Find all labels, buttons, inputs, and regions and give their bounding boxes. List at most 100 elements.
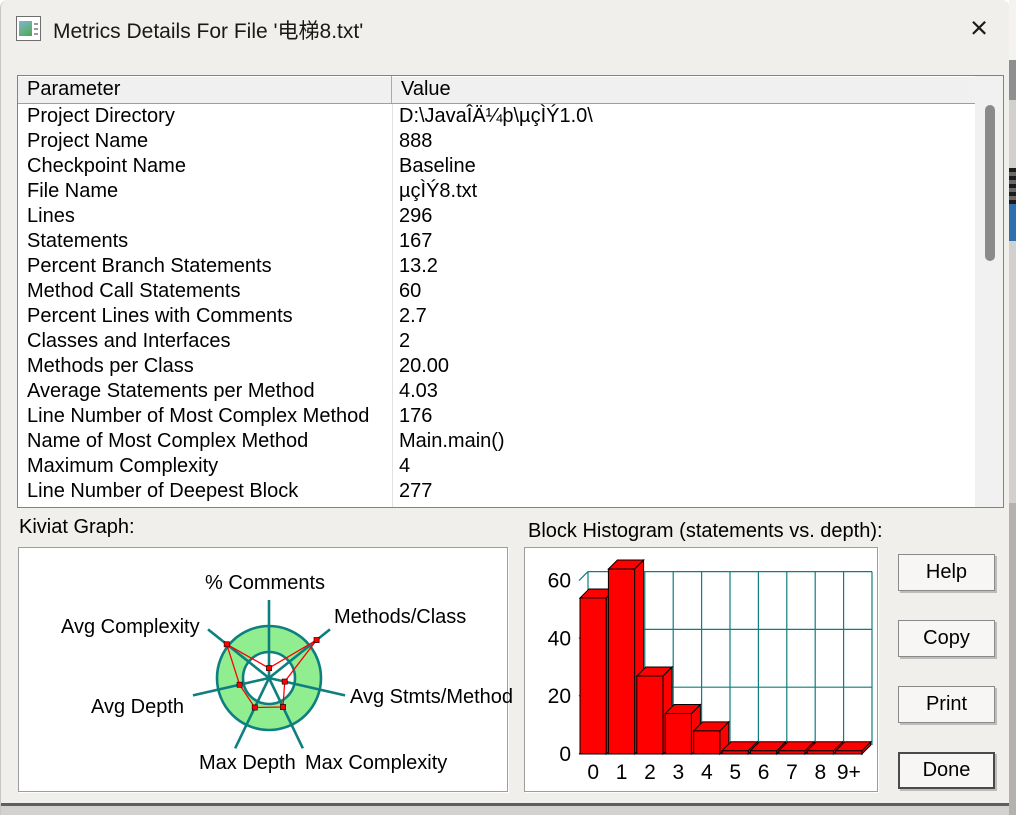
- block-histogram-chart: 02040600 1 2 3 4 5 6 7 8 9+: [548, 558, 873, 784]
- kiviat-graph-panel: % Comments Methods/Class Avg Stmts/Metho…: [18, 547, 513, 792]
- parameter-cell: Line Number of Most Complex Method: [27, 405, 370, 427]
- sliver-segment: [1009, 168, 1016, 204]
- x-tick-label: 0: [587, 761, 599, 784]
- parameter-cell: Project Directory: [27, 105, 175, 127]
- done-button[interactable]: Done: [898, 752, 995, 789]
- table-row[interactable]: Maximum Complexity 4: [18, 454, 975, 479]
- value-cell: 4.03: [399, 380, 438, 402]
- value-cell: 2: [399, 330, 411, 352]
- kiviat-section-label: Kiviat Graph:: [19, 516, 135, 538]
- value-cell: 277: [399, 480, 433, 502]
- table-row[interactable]: Name of Most Complex Method Main.main(): [18, 429, 975, 454]
- kiviat-axis-avg-depth: Avg Depth: [91, 696, 185, 718]
- parameter-cell: Maximum Complexity: [27, 455, 219, 477]
- x-tick-label: 4: [701, 761, 713, 784]
- x-tick-label: 1: [616, 761, 628, 784]
- metrics-details-dialog: Metrics Details For File '电梯8.txt' × Par…: [0, 0, 1010, 815]
- sliver-segment: [1009, 60, 1016, 100]
- table-row[interactable]: Project Name 888: [18, 129, 975, 154]
- table-row[interactable]: Lines 296: [18, 204, 975, 229]
- y-tick-label: 20: [548, 685, 571, 708]
- parameter-cell: Name of Most Complex Method: [27, 430, 309, 452]
- kiviat-axis-avg-complexity: Avg Complexity: [61, 616, 200, 638]
- y-tick-label: 40: [548, 627, 571, 650]
- copy-button[interactable]: Copy: [898, 620, 995, 657]
- value-cell: 20.00: [399, 355, 450, 377]
- parameter-cell: Checkpoint Name: [27, 155, 186, 177]
- titlebar: Metrics Details For File '电梯8.txt' ×: [1, 0, 1010, 58]
- x-tick-label: 2: [644, 761, 656, 784]
- column-divider: [392, 104, 393, 507]
- table-row[interactable]: Checkpoint Name Baseline: [18, 154, 975, 179]
- kiviat-axis-pct-comments: % Comments: [204, 572, 326, 594]
- parameter-cell: Classes and Interfaces: [27, 330, 231, 352]
- sliver-segment: [1009, 241, 1016, 503]
- value-cell: D:\JavaÎÄ¼þ\µçÌÝ1.0\: [399, 105, 593, 127]
- table-row[interactable]: Percent Branch Statements 13.2: [18, 254, 975, 279]
- value-cell: 296: [399, 205, 433, 227]
- metrics-table: Parameter Value Project Directory D:\Java…: [17, 75, 1004, 508]
- parameter-cell: Lines: [27, 205, 75, 227]
- parameter-cell: Methods per Class: [27, 355, 194, 377]
- kiviat-axis-methods-class: Methods/Class: [334, 606, 467, 628]
- parameter-cell: Method Call Statements: [27, 280, 241, 302]
- column-header-value[interactable]: Value: [392, 76, 976, 103]
- value-cell: Main.main(): [399, 430, 505, 452]
- app-icon-line: [34, 33, 38, 35]
- table-row[interactable]: Statements 167: [18, 229, 975, 254]
- value-cell: 13.2: [399, 255, 438, 277]
- x-tick-label: 5: [729, 761, 741, 784]
- table-row[interactable]: Method Call Statements 60: [18, 279, 975, 304]
- value-cell: 60: [399, 280, 422, 302]
- value-cell: 176: [399, 405, 433, 427]
- app-icon: [16, 16, 41, 41]
- histogram-section-label: Block Histogram (statements vs. depth):: [528, 520, 883, 542]
- app-icon-pane: [19, 21, 32, 36]
- scrollbar-thumb[interactable]: [985, 105, 995, 261]
- app-icon-line: [34, 23, 38, 25]
- window-title: Metrics Details For File '电梯8.txt': [53, 20, 364, 43]
- table-row[interactable]: Percent Lines with Comments 2.7: [18, 304, 975, 329]
- table-row[interactable]: Methods per Class 20.00: [18, 354, 975, 379]
- table-row[interactable]: File Name µçÌÝ8.txt: [18, 179, 975, 204]
- kiviat-axis-avg-stmts-method: Avg Stmts/Method: [350, 686, 514, 708]
- value-cell: 888: [399, 130, 433, 152]
- sliver-segment: [1009, 503, 1016, 815]
- x-tick-label: 7: [786, 761, 798, 784]
- parameter-cell: Project Name: [27, 130, 149, 152]
- sliver-segment: [1009, 100, 1016, 168]
- y-tick-label: 0: [559, 743, 571, 766]
- print-button[interactable]: Print: [898, 686, 995, 723]
- column-header-parameter[interactable]: Parameter: [18, 76, 392, 103]
- sliver-segment: [1009, 204, 1016, 241]
- value-cell: Baseline: [399, 155, 476, 177]
- parameter-cell: Average Statements per Method: [27, 380, 315, 402]
- parameter-cell: Percent Branch Statements: [27, 255, 272, 277]
- block-histogram-panel: 0 20 40 60 0 1 2 3 4 5 6 7 8 9+: [524, 547, 878, 792]
- x-tick-label: 9+: [837, 761, 861, 784]
- value-cell: 2.7: [399, 305, 427, 327]
- help-button[interactable]: Help: [898, 554, 995, 591]
- background-window-sliver: [1009, 0, 1016, 815]
- window-bottom-fill: [1, 806, 1010, 815]
- kiviat-axis-max-depth: Max Depth: [199, 752, 296, 774]
- table-row[interactable]: Line Number of Most Complex Method 176: [18, 404, 975, 429]
- table-header: Parameter Value: [18, 76, 1003, 104]
- table-row[interactable]: Project Directory D:\JavaÎÄ¼þ\µçÌÝ1.0\: [18, 104, 975, 129]
- y-tick-label: 60: [548, 570, 571, 593]
- close-icon[interactable]: ×: [953, 6, 1005, 50]
- app-icon-line: [34, 28, 38, 30]
- table-row[interactable]: Average Statements per Method 4.03: [18, 379, 975, 404]
- kiviat-axis-max-complexity: Max Complexity: [305, 752, 448, 774]
- value-cell: µçÌÝ8.txt: [399, 180, 478, 202]
- x-tick-label: 3: [673, 761, 685, 784]
- value-cell: 4: [399, 455, 411, 477]
- table-scrollbar[interactable]: [975, 76, 1003, 507]
- table-row[interactable]: Line Number of Deepest Block 277: [18, 479, 975, 504]
- screenshot: { "window": { "title": "Metrics Details …: [0, 0, 1016, 815]
- table-row[interactable]: Classes and Interfaces 2: [18, 329, 975, 354]
- table-body: Project Directory D:\JavaÎÄ¼þ\µçÌÝ1.0\ Pro…: [18, 104, 975, 507]
- value-cell: 167: [399, 230, 433, 252]
- parameter-cell: Statements: [27, 230, 129, 252]
- parameter-cell: File Name: [27, 180, 119, 202]
